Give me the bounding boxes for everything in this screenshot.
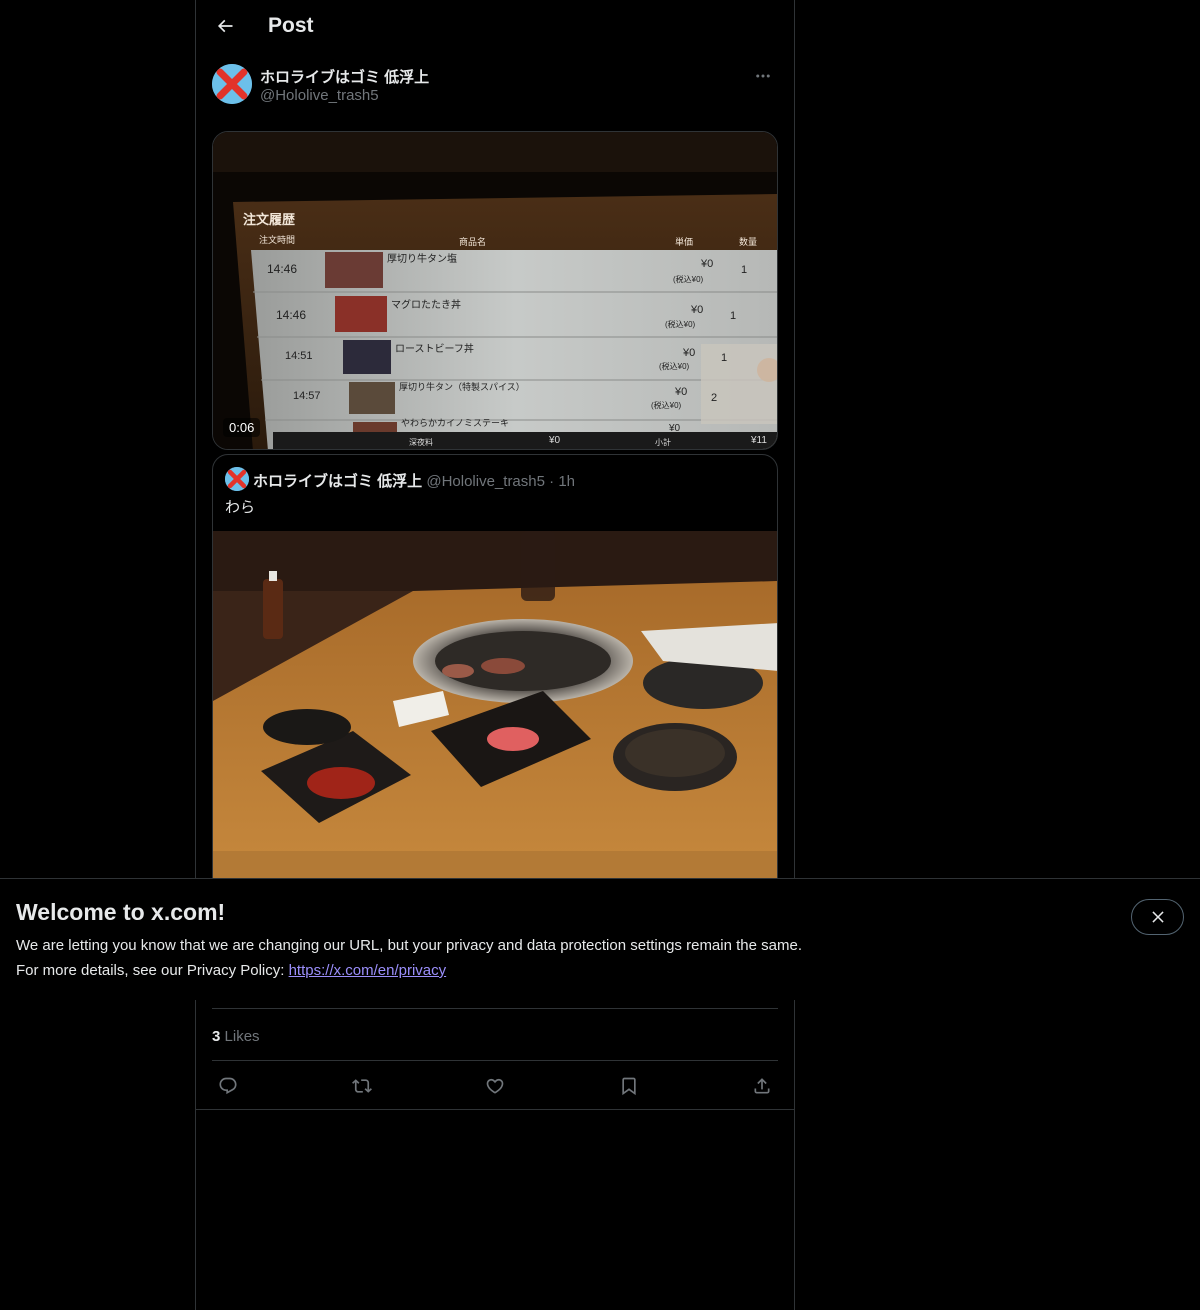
row-tax: (税込¥0) (651, 401, 682, 410)
quote-photo[interactable] (213, 531, 777, 893)
quote-meta: ホロライブはゴミ 低浮上 @Hololive_trash5 · 1h (253, 470, 575, 491)
more-button[interactable] (748, 64, 778, 88)
reply-icon (219, 1077, 237, 1094)
divider (196, 1109, 794, 1110)
row-tax: (税込¥0) (659, 362, 690, 371)
likes-text: 3 Likes (212, 1028, 260, 1045)
row-qty: 1 (730, 310, 737, 322)
post-video[interactable]: 注文履歴 注文時間 商品名 単価 数量 14:46 厚切り牛タン塩 ¥0 (税込… (212, 131, 778, 450)
action-bar (212, 1062, 778, 1109)
welcome-banner: Welcome to x.com! We are letting you kno… (0, 878, 1200, 1000)
share-icon (754, 1077, 770, 1093)
likes-count: 3 (212, 1028, 221, 1045)
footer-label: 小計 (655, 438, 671, 447)
row-price: ¥0 (675, 386, 688, 398)
primary-column: Post ホロライブはゴミ 低浮上 @Hololive_trash5 注文履歴 … (195, 0, 795, 1310)
row-price: ¥0 (691, 304, 704, 316)
footer-value: ¥11 (751, 435, 767, 446)
row-item: マグロたたき丼 (391, 300, 461, 311)
bookmark-icon (621, 1077, 636, 1095)
row-time: 14:51 (285, 350, 313, 362)
row-price: ¥0 (701, 258, 714, 270)
row-tax: (税込¥0) (665, 320, 696, 329)
reply-button[interactable] (216, 1074, 240, 1098)
banner-close-button[interactable] (1131, 899, 1184, 935)
row-item: 厚切り牛タン（特製スパイス） (399, 382, 525, 392)
row-time: 14:46 (276, 308, 307, 322)
row-tax: (税込¥0) (673, 275, 704, 284)
like-button[interactable] (483, 1074, 507, 1098)
banner-message: We are letting you know that we are chan… (16, 937, 802, 954)
col-item: 商品名 (459, 237, 487, 247)
post-author: ホロライブはゴミ 低浮上 @Hololive_trash5 (212, 64, 778, 108)
more-icon (756, 74, 770, 78)
back-button[interactable] (208, 9, 242, 43)
quoted-post[interactable]: ホロライブはゴミ 低浮上 @Hololive_trash5 · 1h わら (212, 454, 778, 894)
avatar[interactable] (225, 467, 249, 491)
likes-label: Likes (224, 1028, 260, 1045)
quote-separator: · (549, 473, 555, 490)
banner-privacy-line: For more details, see our Privacy Policy… (16, 962, 446, 979)
photo-image (213, 531, 777, 893)
avatar[interactable] (212, 64, 252, 104)
row-item: やわらかカイノミステーキ (401, 418, 510, 428)
banner-title: Welcome to x.com! (16, 899, 226, 925)
repost-button[interactable] (350, 1074, 374, 1098)
row-time: 14:46 (267, 262, 298, 276)
row-qty: 1 (741, 264, 748, 276)
page-header: Post (196, 0, 794, 53)
author-name[interactable]: ホロライブはゴミ 低浮上 (260, 66, 429, 87)
quote-text: わら (225, 499, 256, 516)
quote-author-handle[interactable]: @Hololive_trash5 (426, 473, 545, 490)
video-screen-overlay: 注文履歴 注文時間 商品名 単価 数量 14:46 厚切り牛タン塩 ¥0 (税込… (213, 132, 777, 449)
quote-author-name[interactable]: ホロライブはゴミ 低浮上 (253, 473, 422, 490)
col-price: 単価 (675, 237, 694, 247)
row-price: ¥0 (683, 347, 696, 359)
row-item: ローストビーフ丼 (395, 344, 474, 355)
author-handle[interactable]: @Hololive_trash5 (260, 87, 379, 104)
likes-row[interactable]: 3 Likes (212, 1008, 778, 1061)
quote-timestamp[interactable]: 1h (558, 473, 575, 490)
privacy-policy-link[interactable]: https://x.com/en/privacy (289, 962, 447, 979)
back-arrow-icon (217, 19, 233, 33)
row-price: ¥0 (669, 423, 681, 434)
repost-icon (351, 1078, 372, 1093)
page-title: Post (268, 14, 314, 37)
share-button[interactable] (750, 1074, 774, 1098)
like-icon (486, 1078, 504, 1094)
col-qty: 数量 (739, 237, 758, 247)
bookmark-button[interactable] (617, 1074, 641, 1098)
close-icon (1151, 911, 1164, 923)
row-time: 14:57 (293, 390, 321, 402)
order-panel-title: 注文履歴 (243, 212, 296, 227)
row-qty: 2 (711, 392, 718, 404)
row-item: 厚切り牛タン塩 (387, 254, 457, 265)
footer-label: 深夜料 (409, 438, 433, 447)
banner-privacy-prefix: For more details, see our Privacy Policy… (16, 962, 289, 979)
video-duration: 0:06 (223, 418, 261, 437)
footer-value: ¥0 (549, 435, 561, 446)
row-qty: 1 (721, 352, 728, 364)
col-time: 注文時間 (259, 235, 296, 245)
